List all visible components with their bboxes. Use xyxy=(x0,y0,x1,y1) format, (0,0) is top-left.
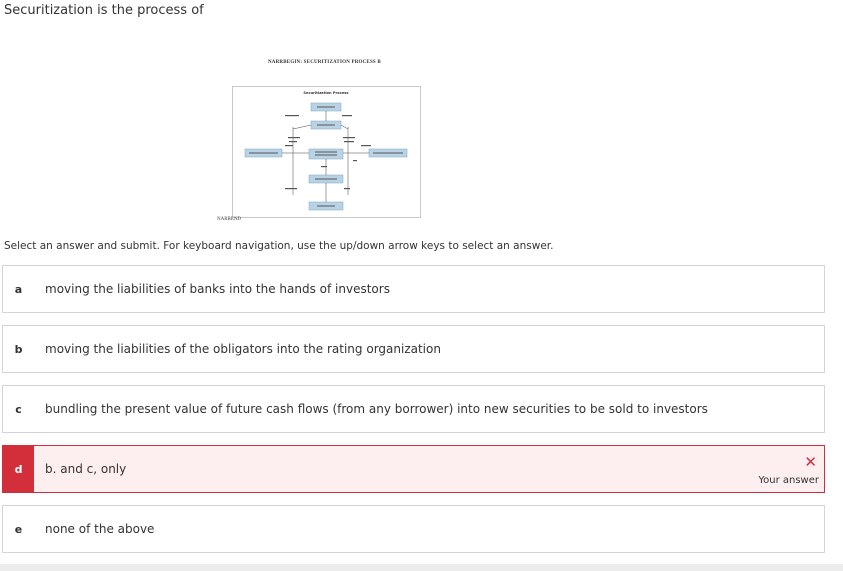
your-answer-label: Your answer xyxy=(758,475,819,486)
option-text: bundling the present value of future cas… xyxy=(45,402,708,416)
figure-caption-top: NARRBEGIN: SECURITIZATION PROCESS B xyxy=(268,60,381,65)
option-letter: e xyxy=(14,522,23,536)
answer-option-e[interactable]: e none of the above xyxy=(2,505,825,553)
option-text: moving the liabilities of the obligators… xyxy=(45,342,441,356)
option-letter: a xyxy=(14,282,23,296)
figure-caption-bottom: NARREND xyxy=(217,217,242,222)
securitization-diagram: Securitization Process xyxy=(232,86,421,218)
diagram-title: Securitization Process xyxy=(303,91,348,95)
option-text: none of the above xyxy=(45,522,155,536)
answer-option-b[interactable]: b moving the liabilities of the obligato… xyxy=(2,325,825,373)
option-letter: b xyxy=(14,342,23,356)
answer-option-c[interactable]: c bundling the present value of future c… xyxy=(2,385,825,433)
option-text: b. and c, only xyxy=(45,462,127,476)
answer-option-d[interactable]: d b. and c, only ✕ Your answer xyxy=(2,445,825,493)
bottom-divider xyxy=(0,564,843,571)
instruction-text: Select an answer and submit. For keyboar… xyxy=(4,240,554,252)
option-letter: c xyxy=(15,402,22,416)
answer-option-a[interactable]: a moving the liabilities of banks into t… xyxy=(2,265,825,313)
option-text: moving the liabilities of banks into the… xyxy=(45,282,390,296)
question-text: Securitization is the process of xyxy=(4,3,204,18)
x-icon: ✕ xyxy=(804,453,817,471)
diagram-graphic: Securitization Process xyxy=(244,91,408,211)
option-letter: d xyxy=(3,446,34,492)
diagram-box-center xyxy=(308,148,344,160)
